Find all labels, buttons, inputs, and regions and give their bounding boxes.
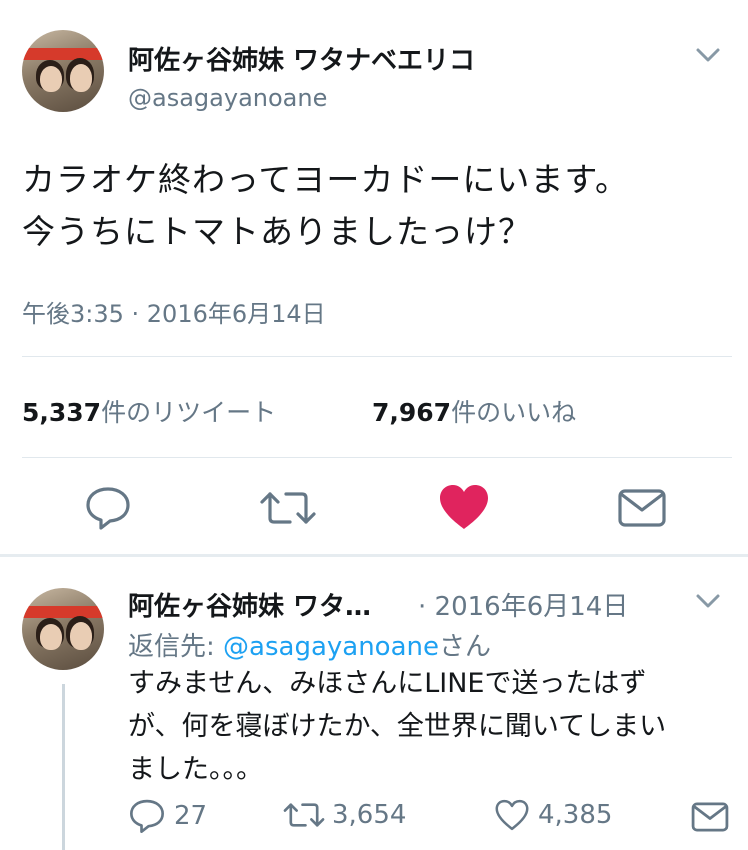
- reply-button[interactable]: [82, 484, 134, 532]
- share-button[interactable]: [614, 484, 670, 532]
- section-separator: [0, 554, 748, 557]
- tweet-text: カラオケ終わってヨーカドーにいます。 今うちにトマトありましたっけ？: [22, 154, 732, 258]
- reply-text: すみません、みほさんにLINEで送ったはず が、何を寝ぼけたか、全世界に聞いてし…: [128, 662, 738, 791]
- divider: [22, 457, 732, 458]
- divider: [22, 356, 732, 357]
- share-icon: [691, 802, 729, 832]
- reply-icon: [130, 799, 164, 833]
- thread-line: [62, 684, 65, 850]
- reply-to-handle[interactable]: @asagayanoane: [223, 632, 439, 662]
- reply-text-line: ました。。。: [128, 754, 263, 785]
- like-count: 4,385: [538, 800, 613, 830]
- like-stat[interactable]: 7,967件のいいね: [372, 393, 576, 429]
- display-name[interactable]: 阿佐ヶ谷姉妹 ワタナベエリコ: [128, 40, 475, 77]
- retweet-button[interactable]: [258, 484, 318, 532]
- avatar[interactable]: [22, 30, 104, 112]
- reply-count: 27: [174, 801, 208, 831]
- reply-icon: [86, 487, 130, 530]
- tweet-text-line: カラオケ終わってヨーカドーにいます。: [22, 160, 630, 199]
- reply-to-prefix: 返信先:: [128, 632, 224, 662]
- reply-text-line: が、何を寝ぼけたか、全世界に聞いてしまい: [128, 711, 667, 742]
- reply-share-button[interactable]: [690, 800, 730, 838]
- reply-display-name[interactable]: 阿佐ヶ谷姉妹 ワタ…: [128, 586, 371, 623]
- reply-text-line: すみません、みほさんにLINEで送ったはず: [128, 668, 647, 699]
- like-button[interactable]: [437, 482, 491, 532]
- reply-date[interactable]: · 2016年6月14日: [418, 586, 628, 623]
- reply-to-suffix: さん: [439, 632, 492, 662]
- tweet-timestamp[interactable]: 午後3:35 · 2016年6月14日: [22, 294, 326, 329]
- retweet-count: 3,654: [332, 800, 407, 830]
- heart-icon: [495, 799, 529, 831]
- tweet-text-line: 今うちにトマトありましたっけ？: [22, 212, 532, 251]
- avatar[interactable]: [22, 588, 104, 670]
- retweet-icon: [283, 803, 325, 827]
- reply-retweet-button[interactable]: 3,654: [282, 798, 406, 832]
- retweet-label: 件のリツイート: [101, 398, 277, 427]
- user-handle[interactable]: @asagayanoane: [128, 84, 327, 112]
- heart-icon: [440, 485, 488, 529]
- share-icon: [618, 489, 666, 527]
- like-count: 7,967: [372, 398, 452, 427]
- retweet-count: 5,337: [22, 398, 102, 427]
- reply-to: 返信先: @asagayanoaneさん: [128, 626, 491, 663]
- chevron-down-icon[interactable]: [690, 588, 726, 614]
- reply-like-button[interactable]: 4,385: [494, 798, 612, 832]
- chevron-down-icon[interactable]: [690, 42, 726, 68]
- reply-reply-button[interactable]: 27: [128, 798, 207, 834]
- like-label: 件のいいね: [451, 398, 577, 427]
- retweet-icon: [260, 492, 316, 524]
- retweet-stat[interactable]: 5,337件のリツイート: [22, 393, 276, 429]
